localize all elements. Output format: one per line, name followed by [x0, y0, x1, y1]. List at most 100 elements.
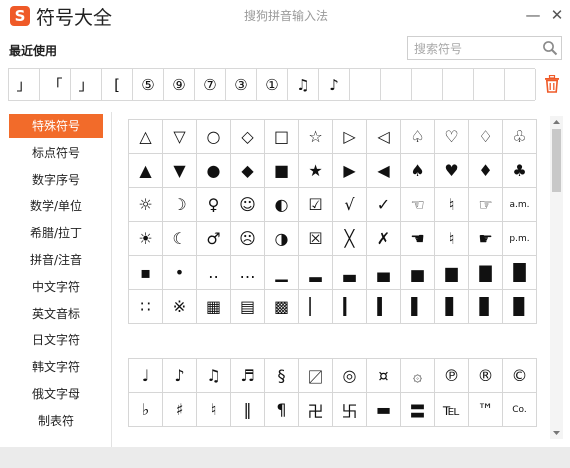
scrollbar[interactable] — [550, 116, 563, 439]
symbol-cell[interactable]: ♮ — [435, 222, 469, 256]
symbol-cell[interactable]: ◎ — [333, 359, 367, 393]
symbol-cell[interactable]: ¤ — [367, 359, 401, 393]
recent-symbol-cell[interactable]: 」 — [9, 69, 40, 100]
recent-symbol-cell[interactable] — [381, 69, 412, 100]
recent-symbol-cell[interactable]: ⑨ — [164, 69, 195, 100]
trash-icon[interactable] — [544, 75, 560, 93]
symbol-cell[interactable]: ☛ — [469, 222, 503, 256]
symbol-cell[interactable]: • — [163, 256, 197, 290]
symbol-cell[interactable]: ☚ — [401, 222, 435, 256]
symbol-cell[interactable]: ▋ — [435, 290, 469, 324]
symbol-cell[interactable]: ◀ — [367, 154, 401, 188]
symbol-cell[interactable]: ♧ — [503, 120, 537, 154]
symbol-cell[interactable]: ® — [469, 359, 503, 393]
symbol-cell[interactable]: 〼 — [299, 359, 333, 393]
symbol-cell[interactable]: ▏ — [299, 290, 333, 324]
symbol-cell[interactable]: ▌ — [401, 290, 435, 324]
symbol-cell[interactable]: ▎ — [333, 290, 367, 324]
symbol-cell[interactable]: ♥ — [435, 154, 469, 188]
recent-symbol-cell[interactable]: ① — [257, 69, 288, 100]
symbol-cell[interactable]: ◇ — [231, 120, 265, 154]
search-box[interactable] — [407, 36, 562, 60]
symbol-cell[interactable]: ▇ — [469, 256, 503, 290]
symbol-cell[interactable]: ▂ — [299, 256, 333, 290]
symbol-cell[interactable]: ♮ — [197, 393, 231, 427]
symbol-cell[interactable]: 卍 — [299, 393, 333, 427]
symbol-cell[interactable]: ☾ — [163, 222, 197, 256]
recent-symbol-cell[interactable]: ③ — [226, 69, 257, 100]
search-icon[interactable] — [542, 40, 558, 56]
sidebar-item-category[interactable]: 数学/单位 — [9, 194, 103, 218]
symbol-cell[interactable]: ♫ — [197, 359, 231, 393]
sidebar-item-category[interactable]: 特殊符号 — [9, 114, 103, 138]
recent-symbol-cell[interactable]: 」 — [71, 69, 102, 100]
symbol-cell[interactable]: ▷ — [333, 120, 367, 154]
symbol-cell[interactable]: ▉ — [503, 290, 537, 324]
symbol-cell[interactable]: ♡ — [435, 120, 469, 154]
symbol-cell[interactable]: ۞ — [401, 359, 435, 393]
symbol-cell[interactable]: ☼ — [129, 188, 163, 222]
sidebar-item-category[interactable]: 中文字符 — [9, 275, 103, 299]
symbol-cell[interactable]: Co. — [503, 393, 537, 427]
recent-symbol-cell[interactable] — [443, 69, 474, 100]
symbol-cell[interactable]: 〓 — [401, 393, 435, 427]
symbol-cell[interactable]: ■ — [265, 154, 299, 188]
symbol-cell[interactable]: ♤ — [401, 120, 435, 154]
symbol-cell[interactable]: ▲ — [129, 154, 163, 188]
symbol-cell[interactable]: ‖ — [231, 393, 265, 427]
symbol-cell[interactable]: p.m. — [503, 222, 537, 256]
sidebar-item-category[interactable]: 制表符 — [9, 409, 103, 433]
symbol-cell[interactable]: ♩ — [129, 359, 163, 393]
symbol-cell[interactable]: △ — [129, 120, 163, 154]
symbol-cell[interactable]: ♠ — [401, 154, 435, 188]
symbol-cell[interactable]: ▽ — [163, 120, 197, 154]
sidebar-item-category[interactable]: 数字序号 — [9, 168, 103, 192]
symbol-cell[interactable]: ▼ — [163, 154, 197, 188]
symbol-cell[interactable]: ♭ — [129, 393, 163, 427]
symbol-cell[interactable]: ♮ — [435, 188, 469, 222]
recent-symbol-cell[interactable] — [474, 69, 505, 100]
symbol-cell[interactable]: ☹ — [231, 222, 265, 256]
symbol-cell[interactable]: ♦ — [469, 154, 503, 188]
symbol-cell[interactable]: … — [231, 256, 265, 290]
sidebar-item-category[interactable]: 日文字符 — [9, 328, 103, 352]
symbol-cell[interactable]: ™ — [469, 393, 503, 427]
symbol-cell[interactable]: ☽ — [163, 188, 197, 222]
symbol-cell[interactable]: √ — [333, 188, 367, 222]
symbol-cell[interactable]: ▤ — [231, 290, 265, 324]
symbol-cell[interactable]: ♀ — [197, 188, 231, 222]
symbol-cell[interactable]: ★ — [299, 154, 333, 188]
scroll-down-arrow-icon[interactable] — [550, 427, 563, 439]
sidebar-item-category[interactable]: 韩文字符 — [9, 355, 103, 379]
symbol-cell[interactable]: © — [503, 359, 537, 393]
symbol-cell[interactable]: ¶ — [265, 393, 299, 427]
symbol-cell[interactable]: ☜ — [401, 188, 435, 222]
symbol-cell[interactable]: 卐 — [333, 393, 367, 427]
symbol-cell[interactable]: ☑ — [299, 188, 333, 222]
sidebar-item-category[interactable]: 希腊/拉丁 — [9, 221, 103, 245]
symbol-cell[interactable]: ▪ — [129, 256, 163, 290]
sidebar-item-category[interactable]: 拼音/注音 — [9, 248, 103, 272]
symbol-cell[interactable]: ※ — [163, 290, 197, 324]
symbol-cell[interactable]: ◆ — [231, 154, 265, 188]
symbol-cell[interactable]: □ — [265, 120, 299, 154]
symbol-cell[interactable]: ▄ — [367, 256, 401, 290]
close-button[interactable]: ✕ — [547, 5, 567, 25]
sidebar-item-category[interactable]: 俄文字母 — [9, 382, 103, 406]
recent-symbol-cell[interactable]: ♫ — [288, 69, 319, 100]
symbol-cell[interactable]: ‥ — [197, 256, 231, 290]
recent-symbol-cell[interactable] — [412, 69, 443, 100]
symbol-cell[interactable]: ╳ — [333, 222, 367, 256]
symbol-cell[interactable]: ▩ — [265, 290, 299, 324]
symbol-cell[interactable]: ☀ — [129, 222, 163, 256]
sidebar-item-category[interactable]: 英文音标 — [9, 302, 103, 326]
symbol-cell[interactable]: ▶ — [333, 154, 367, 188]
symbol-cell[interactable]: ☞ — [469, 188, 503, 222]
minimize-button[interactable]: — — [523, 5, 543, 25]
sidebar-item-category[interactable]: 标点符号 — [9, 141, 103, 165]
symbol-cell[interactable]: ♂ — [197, 222, 231, 256]
symbol-cell[interactable]: ▁ — [265, 256, 299, 290]
symbol-cell[interactable]: ♪ — [163, 359, 197, 393]
symbol-cell[interactable]: ▆ — [435, 256, 469, 290]
symbol-cell[interactable]: ✓ — [367, 188, 401, 222]
